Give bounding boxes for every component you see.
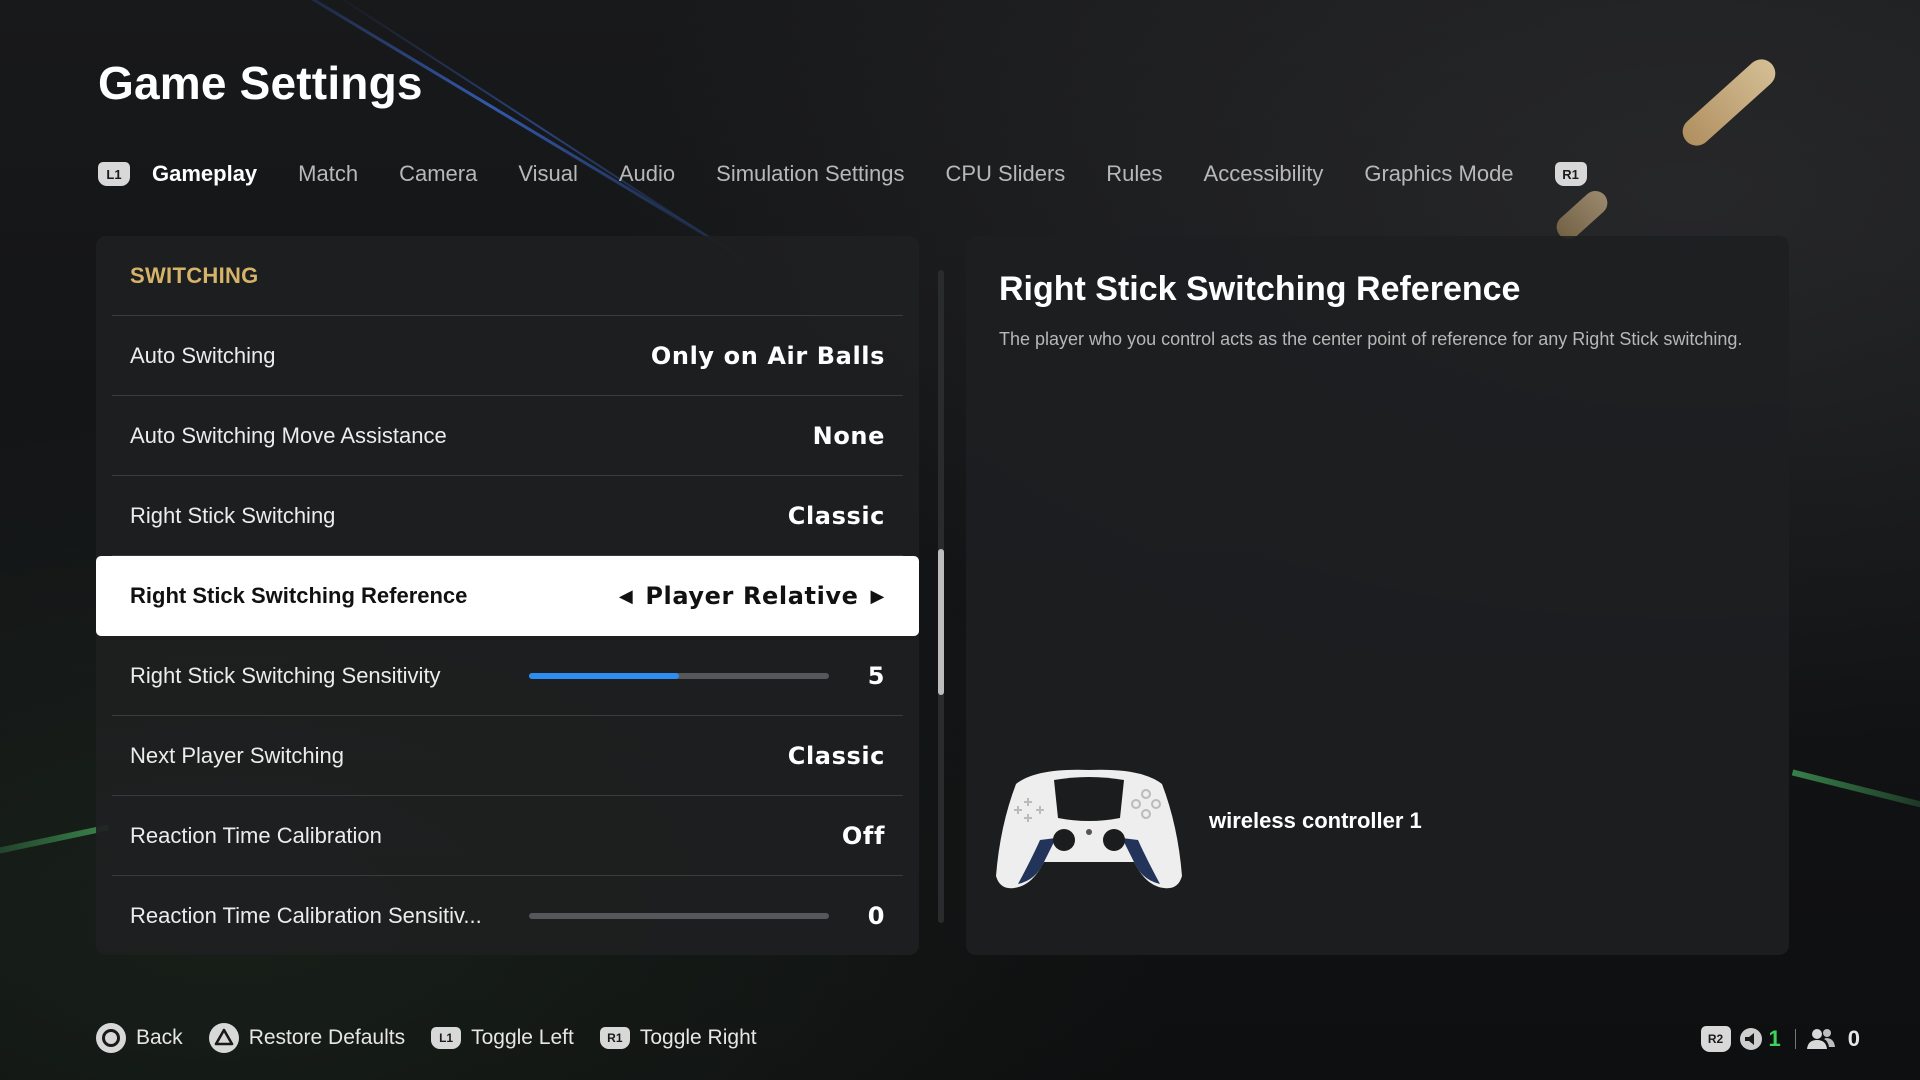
slider-track[interactable] xyxy=(529,672,829,679)
tab-rules[interactable]: Rules xyxy=(1106,161,1162,187)
controller-label: wireless controller 1 xyxy=(1209,808,1422,833)
back-button[interactable]: Back xyxy=(96,1023,183,1053)
slider-track[interactable] xyxy=(529,912,829,919)
settings-list-panel: SWITCHING Auto Switching Only on Air Bal… xyxy=(96,236,919,955)
setting-value: Off xyxy=(841,821,885,850)
setting-label: Right Stick Switching Reference xyxy=(130,583,468,608)
setting-label: Auto Switching Move Assistance xyxy=(130,422,447,448)
toggle-right-button[interactable]: R1 Toggle Right xyxy=(599,1026,757,1050)
setting-label: Reaction Time Calibration Sensitiv... xyxy=(130,902,482,928)
r1-button-icon[interactable]: R1 xyxy=(1554,162,1587,186)
users-icon xyxy=(1806,1029,1835,1049)
description-title: Right Stick Switching Reference xyxy=(999,270,1521,308)
setting-label: Auto Switching xyxy=(130,342,276,368)
restore-defaults-button[interactable]: Restore Defaults xyxy=(208,1023,405,1053)
setting-value-selector: ◀ Player Relative ▶ xyxy=(619,582,885,610)
tab-match[interactable]: Match xyxy=(298,161,358,187)
triangle-button-icon xyxy=(208,1023,239,1053)
setting-row-reaction-time-calibration[interactable]: Reaction Time Calibration Off xyxy=(112,796,903,876)
status-area: R2 1 0 xyxy=(1700,1024,1860,1054)
slider-value: 0 xyxy=(867,901,885,930)
setting-value: None xyxy=(812,421,885,450)
description-panel: Right Stick Switching Reference The play… xyxy=(966,236,1789,955)
setting-label: Right Stick Switching Sensitivity xyxy=(130,662,441,688)
setting-value: Only on Air Balls xyxy=(650,341,885,370)
tab-simulation-settings[interactable]: Simulation Settings xyxy=(716,161,904,187)
circle-button-icon xyxy=(96,1023,126,1053)
tab-visual[interactable]: Visual xyxy=(518,161,578,187)
setting-value: Player Relative xyxy=(645,582,859,610)
users-count: 0 xyxy=(1847,1026,1860,1051)
arrow-right-icon[interactable]: ▶ xyxy=(871,586,885,607)
setting-value: Classic xyxy=(787,741,885,770)
l1-button-icon[interactable]: L1 xyxy=(98,162,130,186)
tab-camera[interactable]: Camera xyxy=(399,161,477,187)
setting-row-auto-switching-move-assistance[interactable]: Auto Switching Move Assistance None xyxy=(112,396,903,476)
r1-button-icon: R1 xyxy=(599,1027,630,1049)
tab-audio[interactable]: Audio xyxy=(619,161,675,187)
scrollbar-thumb[interactable] xyxy=(938,548,944,695)
divider xyxy=(1794,1029,1796,1049)
setting-label: Reaction Time Calibration xyxy=(130,822,382,848)
setting-row-right-stick-switching-reference[interactable]: Right Stick Switching Reference ◀ Player… xyxy=(96,556,919,636)
slider[interactable]: 5 xyxy=(529,662,885,690)
setting-row-reaction-time-calibration-sensitivity[interactable]: Reaction Time Calibration Sensitiv... 0 xyxy=(112,876,903,955)
slider-fill xyxy=(529,672,679,679)
arrow-left-icon[interactable]: ◀ xyxy=(619,586,633,607)
r2-button-icon[interactable]: R2 xyxy=(1700,1026,1731,1052)
setting-value: Classic xyxy=(787,501,885,530)
description-text: The player who you control acts as the c… xyxy=(999,329,1743,349)
setting-row-right-stick-switching[interactable]: Right Stick Switching Classic xyxy=(112,476,903,556)
section-header: SWITCHING xyxy=(112,236,903,316)
footer-button-hints: Back Restore Defaults L1 Toggle Left R1 … xyxy=(96,1022,783,1054)
gamepad-icon xyxy=(996,769,1182,889)
page-title: Game Settings xyxy=(98,57,423,109)
tab-cpu-sliders[interactable]: CPU Sliders xyxy=(945,161,1065,187)
tab-bar: L1 Gameplay Match Camera Visual Audio Si… xyxy=(98,156,1609,192)
speaker-icon xyxy=(1739,1028,1762,1050)
l1-button-icon: L1 xyxy=(431,1027,462,1049)
voice-count: 1 xyxy=(1768,1026,1781,1051)
setting-row-auto-switching[interactable]: Auto Switching Only on Air Balls xyxy=(112,316,903,396)
tab-gameplay[interactable]: Gameplay xyxy=(152,161,257,187)
slider-value: 5 xyxy=(867,661,885,690)
tab-graphics-mode[interactable]: Graphics Mode xyxy=(1364,161,1513,187)
setting-row-next-player-switching[interactable]: Next Player Switching Classic xyxy=(112,716,903,796)
setting-row-right-stick-switching-sensitivity[interactable]: Right Stick Switching Sensitivity 5 xyxy=(112,636,903,716)
toggle-left-button[interactable]: L1 Toggle Left xyxy=(431,1026,574,1050)
slider[interactable]: 0 xyxy=(529,902,885,930)
setting-label: Right Stick Switching xyxy=(130,502,336,528)
tab-accessibility[interactable]: Accessibility xyxy=(1204,161,1324,187)
settings-scrollbar[interactable] xyxy=(938,270,944,923)
setting-label: Next Player Switching xyxy=(130,742,344,768)
